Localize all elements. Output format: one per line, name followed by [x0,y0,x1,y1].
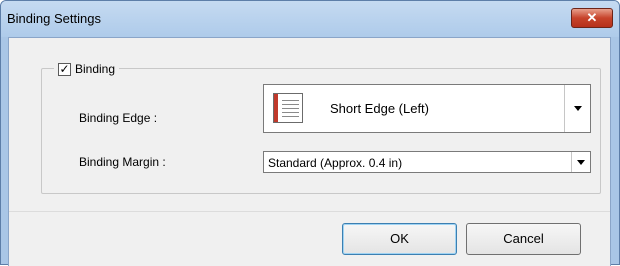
dialog-title: Binding Settings [7,11,101,26]
binding-edge-value: Short Edge (Left) [330,101,429,116]
close-button[interactable]: ✕ [571,8,613,28]
binding-checkbox-label[interactable]: Binding [75,62,115,76]
title-bar[interactable]: Binding Settings ✕ [1,1,619,37]
binding-edge-dropdown[interactable]: Short Edge (Left) [263,84,591,133]
binding-margin-dropdown-button[interactable] [571,152,590,172]
dialog-body: ✓ Binding Binding Edge : Short Edge (Lef… [8,37,611,266]
binding-edge-label: Binding Edge : [79,111,158,125]
chevron-down-icon [577,160,585,165]
binding-group-header: ✓ Binding [54,61,120,77]
binding-edge-dropdown-button[interactable] [564,85,590,132]
ok-button[interactable]: OK [342,223,457,255]
close-icon: ✕ [586,10,598,25]
button-area-separator [9,211,610,212]
chevron-down-icon [574,106,582,111]
binding-margin-dropdown[interactable]: Standard (Approx. 0.4 in) [263,151,591,173]
binding-checkbox[interactable]: ✓ [58,61,71,76]
binding-margin-label: Binding Margin : [79,155,166,169]
cancel-button[interactable]: Cancel [466,223,581,255]
binding-margin-value: Standard (Approx. 0.4 in) [268,156,403,170]
short-edge-left-binding-icon [273,93,303,123]
checkmark-icon: ✓ [59,61,70,76]
dialog-window: Binding Settings ✕ ✓ Binding Binding Edg… [0,0,620,266]
